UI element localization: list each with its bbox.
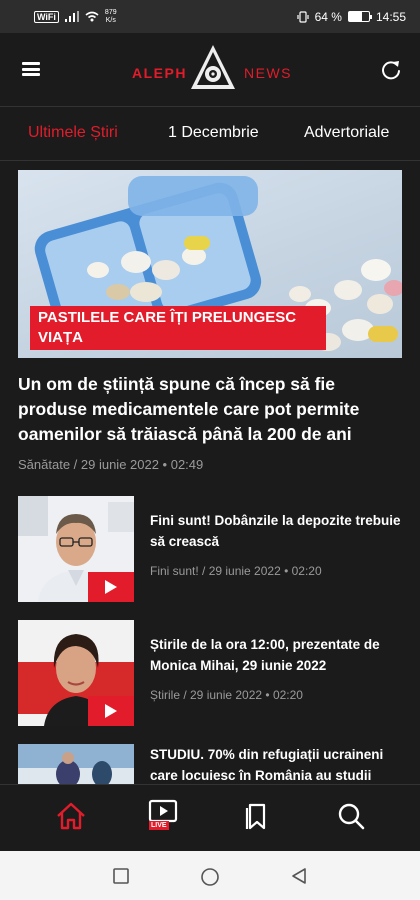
tab-advertoriale[interactable]: Advertoriale (304, 124, 389, 142)
list-item[interactable]: STUDIU. 70% din refugiații ucraineni car… (18, 744, 402, 784)
home-circle-icon[interactable] (200, 867, 220, 887)
category-tabs: Ultimele Știri 1 Decembrie Advertoriale (0, 107, 420, 161)
speed-value: 879 (104, 8, 117, 16)
play-icon (105, 704, 117, 718)
back-triangle-icon[interactable] (290, 867, 308, 885)
featured-tag: PASTILELE CARE ÎȚI PRELUNGESC VIAȚA (30, 306, 326, 350)
recent-apps-icon[interactable] (112, 867, 130, 885)
status-bar: WiFi 879 K/s 64 % 14:55 (0, 0, 420, 33)
article-title[interactable]: STUDIU. 70% din refugiații ucraineni car… (150, 744, 402, 784)
live-tv-button[interactable]: LIVE (146, 799, 180, 833)
logo-text-news: NEWS (244, 65, 292, 81)
list-item[interactable]: Fini sunt! Dobânzile la depozite trebuie… (18, 496, 402, 602)
article-body: Știrile de la ora 12:00, prezentate de M… (134, 620, 402, 726)
article-meta: Știrile / 29 iunie 2022 • 02:20 (150, 688, 303, 702)
system-navigation-bar (0, 851, 420, 900)
video-play-badge (88, 696, 134, 726)
play-icon (105, 580, 117, 594)
list-item[interactable]: Știrile de la ora 12:00, prezentate de M… (18, 620, 402, 726)
article-body: STUDIU. 70% din refugiații ucraineni car… (134, 744, 402, 784)
article-title[interactable]: Fini sunt! Dobânzile la depozite trebuie… (150, 510, 402, 552)
aleph-news-logo[interactable]: ALEPH NEWS (130, 43, 292, 95)
tab-1-decembrie[interactable]: 1 Decembrie (168, 124, 259, 142)
status-left-group: WiFi 879 K/s (34, 9, 117, 25)
wifi-icon (85, 11, 99, 22)
battery-icon (347, 11, 372, 22)
article-thumbnail[interactable] (18, 496, 134, 602)
wifi-tag: WiFi (34, 10, 59, 23)
logo-text-aleph: ALEPH (132, 65, 187, 81)
battery-fill (348, 12, 362, 21)
vibrate-icon (297, 10, 309, 23)
article-title[interactable]: Știrile de la ora 12:00, prezentate de M… (150, 634, 402, 676)
video-play-badge (88, 572, 134, 602)
featured-headline[interactable]: Un om de știință spune că încep să fie p… (18, 372, 402, 447)
article-thumbnail[interactable] (18, 744, 134, 784)
article-body: Fini sunt! Dobânzile la depozite trebuie… (134, 496, 402, 602)
logo-triangle-icon (191, 45, 235, 89)
clock: 14:55 (375, 9, 406, 24)
signal-icon (64, 11, 79, 22)
app-header: ALEPH NEWS (0, 33, 420, 107)
battery-percent: 64 % (314, 9, 342, 24)
speed-unit: K/s (105, 16, 116, 24)
bottom-navigation: LIVE (0, 784, 420, 851)
network-speed: 879 K/s (105, 9, 117, 25)
home-icon[interactable] (54, 799, 88, 833)
article-meta: Fini sunt! / 29 iunie 2022 • 02:20 (150, 564, 322, 578)
refresh-icon[interactable] (380, 59, 402, 81)
search-icon[interactable] (334, 799, 368, 833)
featured-meta: Sănătate / 29 iunie 2022 • 02:49 (18, 457, 204, 472)
featured-image[interactable]: PASTILELE CARE ÎȚI PRELUNGESC VIAȚA (18, 170, 402, 358)
refugees-scene-image (18, 744, 134, 784)
bookmarks-icon[interactable] (240, 799, 274, 833)
article-thumbnail[interactable] (18, 620, 134, 726)
featured-article[interactable]: PASTILELE CARE ÎȚI PRELUNGESC VIAȚA Un o… (18, 170, 402, 472)
hamburger-menu-icon[interactable] (22, 62, 40, 76)
live-label: LIVE (149, 821, 169, 830)
status-right-group: 64 % 14:55 (297, 10, 406, 24)
tab-ultimele-stiri[interactable]: Ultimele Știri (28, 124, 118, 142)
